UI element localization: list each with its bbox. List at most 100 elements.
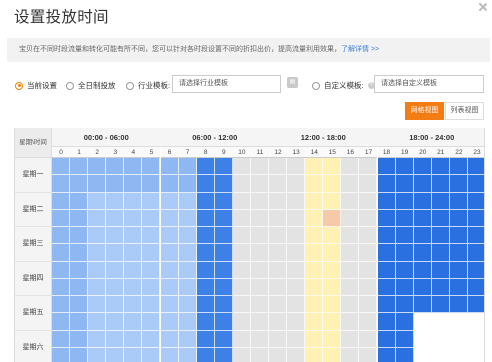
schedule-cell[interactable] <box>178 244 197 262</box>
schedule-cell[interactable] <box>106 227 125 245</box>
schedule-cell[interactable] <box>88 313 107 331</box>
schedule-cell[interactable] <box>377 227 396 245</box>
schedule-cell[interactable] <box>305 313 324 331</box>
schedule-cell[interactable] <box>269 296 288 314</box>
schedule-cell[interactable] <box>269 209 288 227</box>
schedule-cell[interactable] <box>467 278 484 296</box>
schedule-cell[interactable] <box>323 347 342 362</box>
schedule-cell[interactable] <box>377 313 396 331</box>
schedule-cell[interactable] <box>413 192 432 210</box>
schedule-cell[interactable] <box>287 227 306 245</box>
schedule-cell[interactable] <box>142 227 161 245</box>
schedule-cell[interactable] <box>341 192 360 210</box>
schedule-cell[interactable] <box>88 175 107 193</box>
schedule-cell[interactable] <box>250 209 269 227</box>
radio-current[interactable] <box>15 81 23 90</box>
schedule-cell[interactable] <box>214 192 233 210</box>
schedule-cell[interactable] <box>287 192 306 210</box>
schedule-cell[interactable] <box>232 175 251 193</box>
schedule-cell[interactable] <box>413 278 432 296</box>
schedule-cell[interactable] <box>359 244 378 262</box>
schedule-cell[interactable] <box>449 330 468 348</box>
close-icon[interactable] <box>478 2 488 12</box>
schedule-cell[interactable] <box>250 330 269 348</box>
schedule-cell[interactable] <box>377 209 396 227</box>
schedule-cell[interactable] <box>287 244 306 262</box>
schedule-cell[interactable] <box>359 175 378 193</box>
schedule-cell[interactable] <box>52 261 71 279</box>
schedule-cell[interactable] <box>323 175 342 193</box>
schedule-cell[interactable] <box>196 158 215 176</box>
option-allday[interactable]: 全日制投放 <box>66 80 116 91</box>
schedule-cell[interactable] <box>395 192 414 210</box>
schedule-cell[interactable] <box>124 296 143 314</box>
schedule-cell[interactable] <box>467 158 484 176</box>
schedule-cell[interactable] <box>305 244 324 262</box>
schedule-cell[interactable] <box>106 278 125 296</box>
schedule-cell[interactable] <box>52 313 71 331</box>
schedule-cell[interactable] <box>395 244 414 262</box>
schedule-cell[interactable] <box>359 209 378 227</box>
schedule-cell[interactable] <box>449 227 468 245</box>
schedule-cell[interactable] <box>359 313 378 331</box>
schedule-cell[interactable] <box>395 227 414 245</box>
schedule-cell[interactable] <box>269 244 288 262</box>
schedule-cell[interactable] <box>305 227 324 245</box>
schedule-cell[interactable] <box>341 278 360 296</box>
schedule-cell[interactable] <box>142 158 161 176</box>
schedule-cell[interactable] <box>142 192 161 210</box>
schedule-cell[interactable] <box>160 192 179 210</box>
schedule-cell[interactable] <box>449 313 468 331</box>
schedule-cell[interactable] <box>341 209 360 227</box>
schedule-cell[interactable] <box>341 175 360 193</box>
schedule-cell[interactable] <box>178 227 197 245</box>
schedule-cell[interactable] <box>70 313 89 331</box>
schedule-cell[interactable] <box>431 158 450 176</box>
schedule-cell[interactable] <box>467 244 484 262</box>
radio-custom[interactable] <box>312 81 320 90</box>
radio-allday[interactable] <box>66 81 74 90</box>
schedule-cell[interactable] <box>250 313 269 331</box>
schedule-cell[interactable] <box>70 278 89 296</box>
schedule-cell[interactable] <box>467 347 484 362</box>
schedule-cell[interactable] <box>287 347 306 362</box>
schedule-cell[interactable] <box>431 278 450 296</box>
schedule-cell[interactable] <box>395 347 414 362</box>
schedule-cell[interactable] <box>124 261 143 279</box>
schedule-cell[interactable] <box>214 330 233 348</box>
schedule-cell[interactable] <box>323 278 342 296</box>
schedule-cell[interactable] <box>160 313 179 331</box>
schedule-cell[interactable] <box>269 261 288 279</box>
schedule-cell[interactable] <box>142 244 161 262</box>
schedule-cell[interactable] <box>196 209 215 227</box>
schedule-cell[interactable] <box>431 261 450 279</box>
schedule-cell[interactable] <box>395 313 414 331</box>
schedule-cell[interactable] <box>160 278 179 296</box>
schedule-cell[interactable] <box>178 313 197 331</box>
schedule-cell[interactable] <box>269 278 288 296</box>
schedule-cell[interactable] <box>377 192 396 210</box>
schedule-cell[interactable] <box>52 330 71 348</box>
schedule-cell[interactable] <box>160 175 179 193</box>
schedule-cell[interactable] <box>214 278 233 296</box>
schedule-cell[interactable] <box>305 330 324 348</box>
schedule-cell[interactable] <box>467 209 484 227</box>
schedule-cell[interactable] <box>413 330 432 348</box>
schedule-cell[interactable] <box>269 158 288 176</box>
schedule-cell[interactable] <box>395 175 414 193</box>
option-industry[interactable]: 行业模板: <box>126 80 170 91</box>
schedule-cell[interactable] <box>305 296 324 314</box>
schedule-cell[interactable] <box>341 330 360 348</box>
schedule-cell[interactable] <box>250 261 269 279</box>
schedule-cell[interactable] <box>395 209 414 227</box>
schedule-cell[interactable] <box>305 209 324 227</box>
schedule-cell[interactable] <box>178 175 197 193</box>
schedule-cell[interactable] <box>431 313 450 331</box>
schedule-cell[interactable] <box>232 330 251 348</box>
schedule-cell[interactable] <box>449 175 468 193</box>
schedule-cell[interactable] <box>70 175 89 193</box>
schedule-cell[interactable] <box>214 244 233 262</box>
schedule-cell[interactable] <box>431 209 450 227</box>
schedule-cell[interactable] <box>467 175 484 193</box>
schedule-cell[interactable] <box>341 313 360 331</box>
